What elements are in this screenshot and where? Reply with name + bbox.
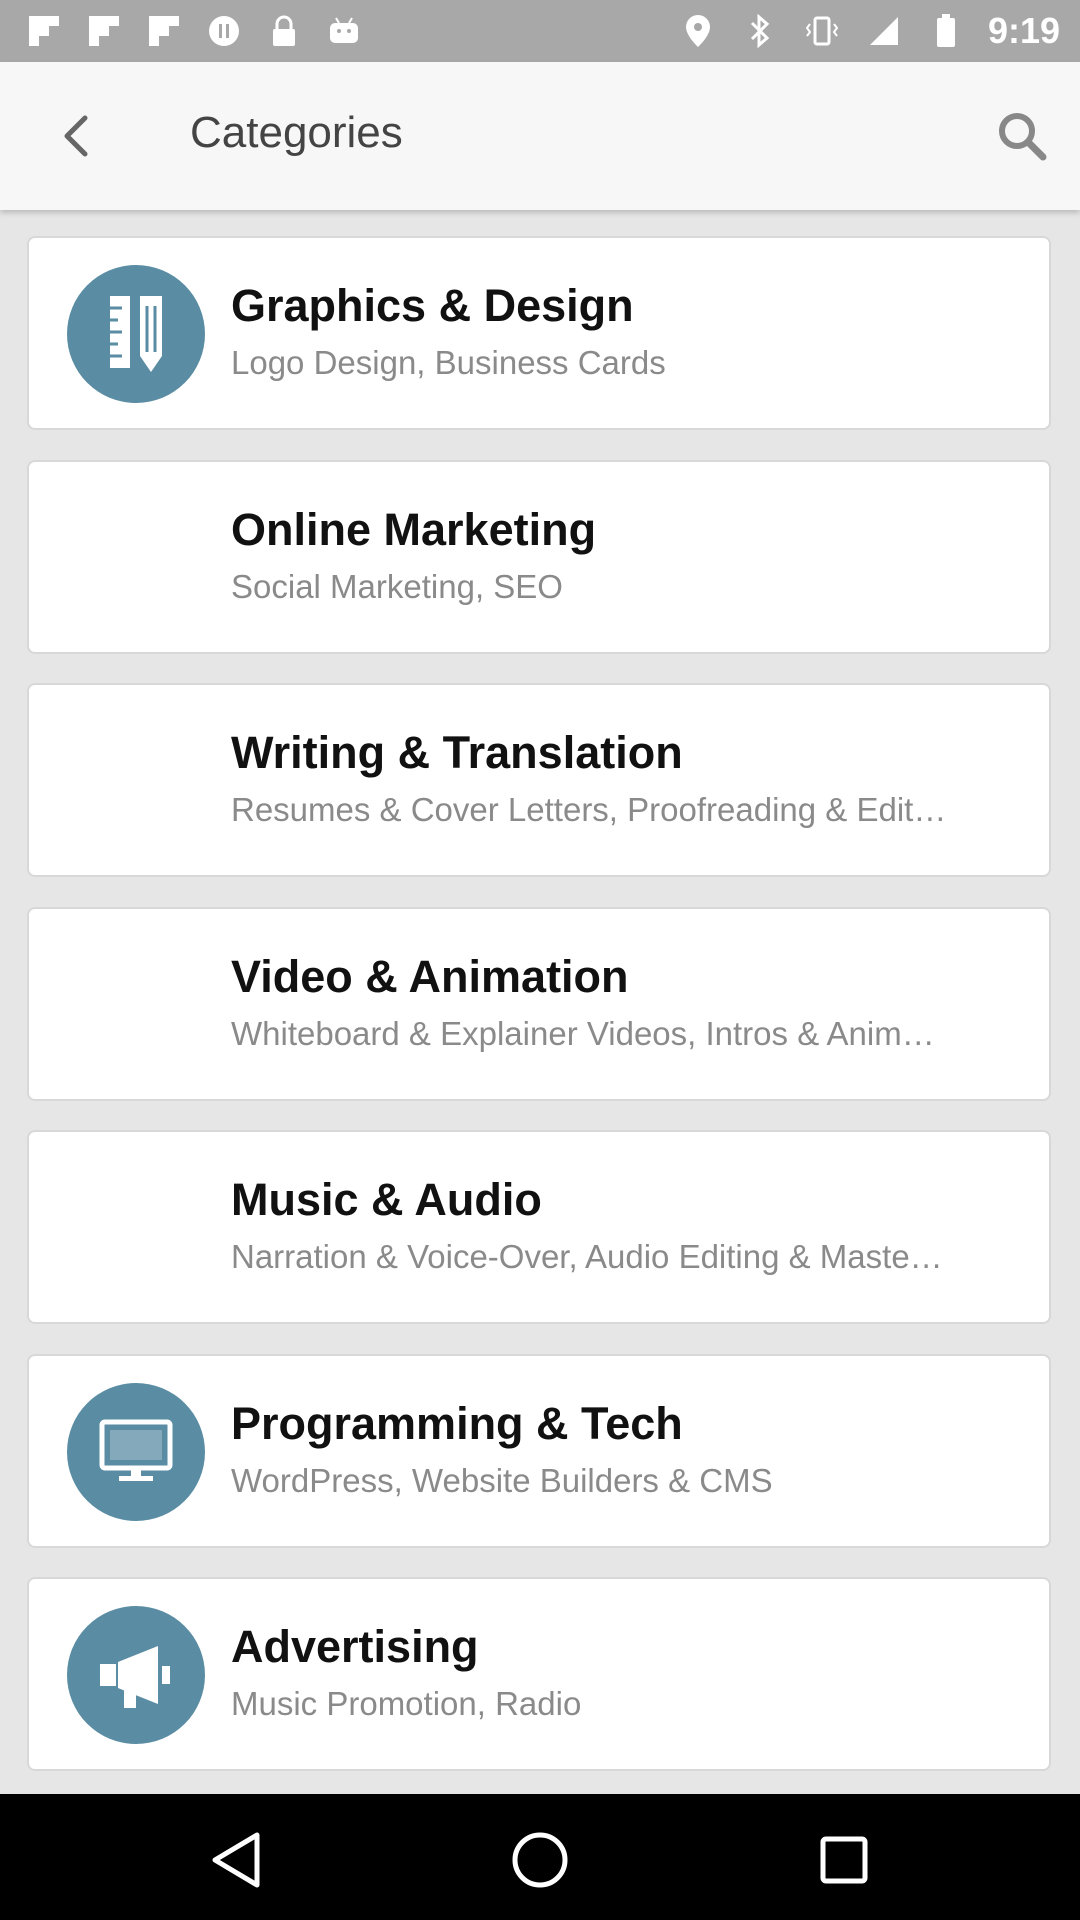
category-item-online-marketing[interactable]: Online Marketing Social Marketing, SEO	[27, 460, 1051, 654]
lock-icon	[264, 11, 304, 51]
category-icon-placeholder	[67, 712, 205, 850]
square-recents-icon	[820, 1836, 868, 1884]
search-button[interactable]	[990, 104, 1054, 168]
page-title: Categories	[190, 108, 403, 157]
category-title: Programming & Tech	[231, 1398, 683, 1449]
category-title: Graphics & Design	[231, 280, 634, 331]
flipboard-icon	[144, 11, 184, 51]
category-title: Online Marketing	[231, 504, 597, 555]
category-subtitle: Logo Design, Business Cards	[231, 344, 666, 381]
flipboard-icon	[24, 11, 64, 51]
bluetooth-icon	[740, 11, 780, 51]
category-item-writing-translation[interactable]: Writing & Translation Resumes & Cover Le…	[27, 683, 1051, 877]
triangle-back-icon	[212, 1832, 260, 1888]
status-time: 9:19	[987, 10, 1060, 51]
pause-circle-icon	[204, 11, 244, 51]
category-title: Advertising	[231, 1621, 479, 1672]
category-icon-placeholder	[67, 489, 205, 627]
app-bar: Categories	[0, 62, 1080, 210]
category-icon-placeholder	[67, 1159, 205, 1297]
navigation-bar	[0, 1794, 1080, 1920]
category-item-advertising[interactable]: Advertising Music Promotion, Radio	[27, 1577, 1051, 1771]
android-icon	[324, 11, 364, 51]
category-subtitle: Whiteboard & Explainer Videos, Intros & …	[231, 1015, 935, 1052]
nav-back-button[interactable]	[196, 1820, 276, 1900]
signal-icon	[864, 11, 904, 51]
category-item-video-animation[interactable]: Video & Animation Whiteboard & Explainer…	[27, 907, 1051, 1101]
category-subtitle: Narration & Voice-Over, Audio Editing & …	[231, 1238, 943, 1275]
category-subtitle: Social Marketing, SEO	[231, 568, 563, 605]
circle-home-icon	[512, 1832, 568, 1888]
location-icon	[678, 11, 718, 51]
nav-recents-button[interactable]	[804, 1820, 884, 1900]
search-icon	[999, 113, 1047, 161]
monitor-icon	[67, 1383, 205, 1521]
category-title: Video & Animation	[231, 951, 629, 1002]
vibrate-icon	[802, 11, 842, 51]
category-item-programming-tech[interactable]: Programming & Tech WordPress, Website Bu…	[27, 1354, 1051, 1548]
category-subtitle: Music Promotion, Radio	[231, 1685, 582, 1722]
category-item-music-audio[interactable]: Music & Audio Narration & Voice-Over, Au…	[27, 1130, 1051, 1324]
pencil-ruler-icon	[67, 265, 205, 403]
battery-icon	[926, 11, 966, 51]
nav-home-button[interactable]	[500, 1820, 580, 1900]
category-list: Graphics & Design Logo Design, Business …	[0, 210, 1080, 1771]
category-subtitle: Resumes & Cover Letters, Proofreading & …	[231, 791, 947, 828]
status-bar: 9:19	[0, 0, 1080, 62]
megaphone-icon	[67, 1606, 205, 1744]
flipboard-icon	[84, 11, 124, 51]
back-button[interactable]	[46, 106, 106, 166]
category-title: Music & Audio	[231, 1174, 542, 1225]
category-item-graphics-design[interactable]: Graphics & Design Logo Design, Business …	[27, 236, 1051, 430]
category-icon-placeholder	[67, 936, 205, 1074]
category-subtitle: WordPress, Website Builders & CMS	[231, 1462, 773, 1499]
chevron-left-icon	[64, 115, 88, 157]
category-title: Writing & Translation	[231, 727, 683, 778]
